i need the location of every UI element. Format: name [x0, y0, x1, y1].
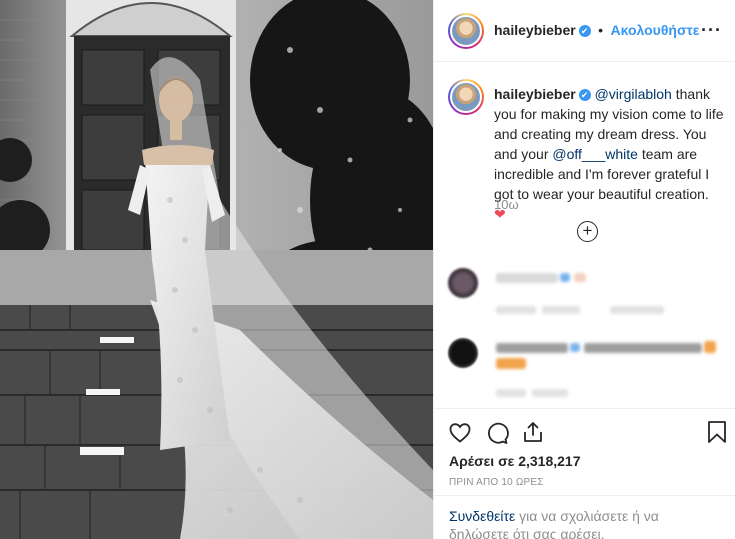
- comment-emoji-blurred: [574, 273, 586, 282]
- heart-outline-icon[interactable]: [448, 421, 472, 445]
- verified-badge-icon: ✔: [578, 89, 591, 102]
- caption-username[interactable]: haileybieber: [494, 86, 576, 102]
- login-link[interactable]: Συνδεθείτε: [449, 508, 515, 524]
- bookmark-icon[interactable]: [706, 420, 728, 444]
- login-prompt: Συνδεθείτε για να σχολιάσετε ή να δηλώσε…: [434, 495, 735, 539]
- comment-text-blurred: [584, 343, 702, 353]
- comment-avatar[interactable]: [448, 268, 478, 298]
- comment-username-blurred[interactable]: [496, 343, 568, 353]
- caption-time[interactable]: 10ω: [494, 197, 519, 212]
- comment-meta-blurred: [532, 389, 568, 397]
- post-header: haileybieber ✔ • Ακολουθήστε ···: [434, 0, 735, 62]
- comment-emoji-blurred: [570, 343, 580, 352]
- post-caption: haileybieber ✔ @virgilabloh thank you for…: [494, 84, 724, 224]
- verified-badge-icon: ✔: [578, 24, 591, 37]
- follow-button[interactable]: Ακολουθήστε: [611, 22, 700, 38]
- comment-username-blurred[interactable]: [496, 273, 558, 283]
- comment-emoji-blurred: [704, 341, 716, 353]
- likes-count[interactable]: Αρέσει σε 2,318,217: [449, 453, 580, 469]
- share-icon[interactable]: [521, 420, 545, 444]
- comment-emoji-blurred: [496, 358, 526, 369]
- comment-icon[interactable]: [485, 421, 509, 445]
- more-options-icon[interactable]: ···: [701, 20, 722, 41]
- post-actions: Αρέσει σε 2,318,217 ΠΡΙΝ ΑΠΟ 10 ΩΡΕΣ Συν…: [434, 408, 735, 539]
- comment-avatar[interactable]: [448, 338, 478, 368]
- comment-emoji-blurred: [560, 273, 570, 282]
- author-avatar[interactable]: [448, 13, 484, 49]
- post-timestamp[interactable]: ΠΡΙΝ ΑΠΟ 10 ΩΡΕΣ: [449, 477, 544, 488]
- load-more-comments-button[interactable]: +: [577, 221, 598, 242]
- comment-meta-blurred: [542, 306, 580, 314]
- post-side-panel: haileybieber ✔ • Ακολουθήστε ··· haileybi…: [433, 0, 735, 539]
- author-line: haileybieber ✔ • Ακολουθήστε: [494, 22, 699, 40]
- caption-avatar[interactable]: [448, 79, 484, 115]
- post-photo[interactable]: [0, 0, 433, 539]
- author-username[interactable]: haileybieber: [494, 22, 576, 38]
- bride-photo-illustration: [0, 0, 433, 539]
- comment-meta-blurred: [496, 306, 536, 314]
- mention-virgilabloh[interactable]: @virgilabloh: [595, 86, 672, 102]
- comment-meta-blurred: [496, 389, 526, 397]
- mention-off-white[interactable]: @off___white: [552, 146, 638, 162]
- comment-meta-blurred: [610, 306, 664, 314]
- follow-separator: •: [598, 22, 604, 38]
